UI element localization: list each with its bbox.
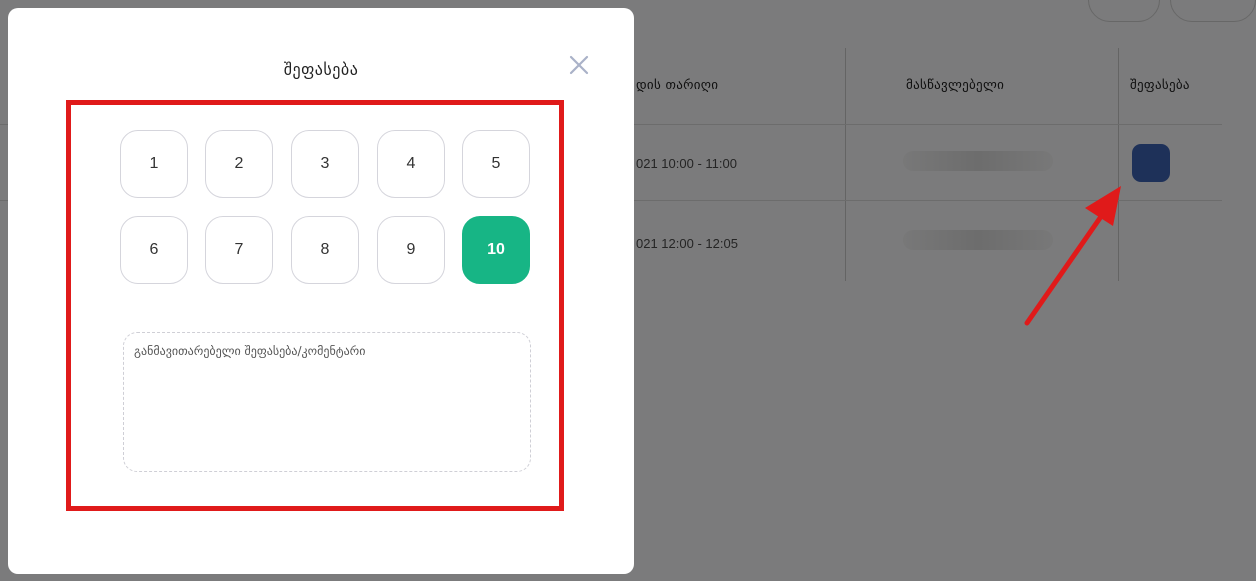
- score-button-10[interactable]: 10: [462, 216, 530, 284]
- score-button-8[interactable]: 8: [291, 216, 359, 284]
- comment-field[interactable]: [123, 332, 531, 472]
- score-button-6[interactable]: 6: [120, 216, 188, 284]
- rating-modal: შეფასება 1 2 3 4 5 6 7 8 9 10: [8, 8, 634, 574]
- score-button-5[interactable]: 5: [462, 130, 530, 198]
- score-button-7[interactable]: 7: [205, 216, 273, 284]
- modal-title: შეფასება: [283, 60, 359, 79]
- close-icon: [569, 55, 589, 75]
- score-button-1[interactable]: 1: [120, 130, 188, 198]
- score-button-2[interactable]: 2: [205, 130, 273, 198]
- score-button-3[interactable]: 3: [291, 130, 359, 198]
- score-button-4[interactable]: 4: [377, 130, 445, 198]
- score-button-9[interactable]: 9: [377, 216, 445, 284]
- close-button[interactable]: [568, 54, 590, 76]
